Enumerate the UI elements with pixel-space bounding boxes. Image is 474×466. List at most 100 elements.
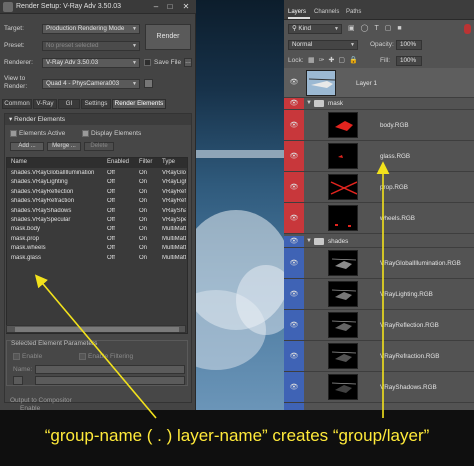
layer-thumbnail (328, 174, 358, 200)
filter-icons[interactable]: ▣◯T▢■ (348, 24, 458, 34)
chevron-down-icon[interactable]: ▼ (306, 238, 312, 244)
cell-name: shades.VRaySpecular (11, 217, 71, 223)
layer-row[interactable]: 👁 body.RGB (284, 110, 474, 141)
filter-toggle-icon[interactable] (464, 24, 471, 34)
table-row[interactable]: shades.VRayShadows Off On VRayShad (9, 207, 186, 217)
render-button[interactable]: Render (145, 24, 191, 50)
delete-button[interactable]: Delete (84, 142, 114, 151)
browse-button[interactable] (13, 376, 23, 385)
lock-view-icon[interactable] (144, 79, 153, 88)
visibility-eye-icon[interactable]: 👁 (289, 260, 299, 267)
name-field[interactable] (35, 365, 185, 374)
merge-button[interactable]: Merge ... (47, 142, 81, 151)
visibility-eye-icon[interactable]: 👁 (289, 79, 299, 86)
tab-vray[interactable]: V-Ray (33, 99, 57, 109)
tab-gi[interactable]: GI (58, 99, 80, 109)
table-row[interactable]: mask.glass Off On MultiMatte (9, 255, 186, 264)
tab-settings[interactable]: Settings (81, 99, 111, 109)
minimize-icon[interactable]: – (150, 2, 162, 12)
opacity-field[interactable]: 100% (396, 40, 422, 50)
table-row[interactable]: shades.VRayLighting Off On VRayLight (9, 179, 186, 188)
visibility-eye-icon[interactable]: 👁 (289, 153, 299, 160)
save-file-checkbox[interactable] (144, 59, 151, 66)
rollout-header[interactable]: ▾ Render Elements (5, 114, 191, 125)
enable-checkbox[interactable] (13, 353, 20, 360)
chevron-down-icon[interactable]: ▼ (306, 100, 312, 106)
cell-filter: On (139, 198, 148, 205)
visibility-eye-icon[interactable]: 👁 (289, 122, 299, 129)
helicopter-thumbnail-icon (308, 78, 335, 88)
view-label: View to (4, 75, 26, 82)
horizontal-scrollbar[interactable] (6, 325, 186, 333)
maximize-icon[interactable]: □ (164, 2, 176, 12)
kind-filter[interactable]: ⚲ Kind ▼ (288, 24, 342, 34)
output-to-compositor-label: Output to Compositor (10, 397, 72, 404)
visibility-eye-icon[interactable]: 👁 (289, 100, 299, 107)
elements-table[interactable]: Name Enabled Filter Type shades.VRayGlob… (6, 157, 188, 334)
close-icon[interactable]: ✕ (180, 2, 192, 12)
tab-layers[interactable]: Layers (288, 9, 306, 15)
path-field[interactable] (35, 376, 185, 385)
cell-enabled: Off (107, 217, 115, 223)
col-type[interactable]: Type (162, 159, 175, 165)
visibility-eye-icon[interactable]: 👁 (289, 291, 299, 298)
layer-row[interactable]: 👁 VRayGlobalIllumination.RGB (284, 248, 474, 279)
visibility-eye-icon[interactable]: 👁 (289, 384, 299, 391)
view-value: Quad 4 - PhysCamera003 (46, 80, 120, 87)
renderer-dropdown[interactable]: V-Ray Adv 3.50.03 ▼ (42, 58, 140, 68)
layer-row[interactable]: 👁 wheels.RGB (284, 203, 474, 234)
table-row[interactable]: shades.VRaySpecular Off On VRaySpec (9, 217, 186, 226)
layer-name: VRayRefraction.RGB (380, 353, 440, 360)
fill-field[interactable]: 100% (396, 56, 422, 66)
cell-type: VRayShad (162, 207, 186, 214)
enable-filtering-checkbox[interactable] (79, 353, 86, 360)
title-bar: Render Setup: V-Ray Adv 3.50.03 – □ ✕ (0, 0, 196, 14)
cell-type: VRaySpec (162, 217, 186, 223)
cell-enabled: Off (107, 170, 115, 176)
display-elements-checkbox[interactable] (82, 130, 89, 137)
preset-dropdown[interactable]: No preset selected ▼ (42, 41, 140, 51)
tab-channels[interactable]: Channels (314, 9, 339, 15)
col-filter[interactable]: Filter (139, 159, 152, 165)
cell-type: VRayRefle (162, 188, 186, 195)
elements-active-checkbox[interactable] (10, 130, 17, 137)
cell-type: VRayLight (162, 179, 186, 186)
table-row[interactable]: mask.wheels Off On MultiMatte (9, 245, 186, 254)
cell-name: shades.VRayShadows (11, 207, 72, 214)
target-dropdown[interactable]: Production Rendering Mode ▼ (42, 24, 140, 34)
more-button[interactable]: … (184, 58, 192, 67)
layer-row[interactable]: 👁 glass.RGB (284, 141, 474, 172)
visibility-eye-icon[interactable]: 👁 (289, 353, 299, 360)
add-button[interactable]: Add ... (10, 142, 44, 151)
visibility-eye-icon[interactable]: 👁 (289, 238, 299, 245)
renderer-label: Renderer: (4, 59, 33, 66)
layer-row[interactable]: 👁 VRayReflection.RGB (284, 310, 474, 341)
lock-icons[interactable]: ▦✑✚▢🔒 (308, 56, 368, 66)
tab-paths[interactable]: Paths (346, 9, 361, 15)
render-pass-thumbnail-icon (335, 121, 353, 131)
visibility-eye-icon[interactable]: 👁 (289, 322, 299, 329)
scrollbar-thumb[interactable] (15, 327, 179, 332)
view-dropdown[interactable]: Quad 4 - PhysCamera003 ▼ (42, 79, 140, 89)
tab-common[interactable]: Common (2, 99, 32, 109)
table-row[interactable]: shades.VRayReflection Off On VRayRefle (9, 188, 186, 198)
layer-row[interactable]: 👁 VRayShadows.RGB (284, 372, 474, 403)
layer-row-layer1[interactable]: 👁 Layer 1 (284, 68, 474, 98)
layer-row[interactable]: 👁 prop.RGB (284, 172, 474, 203)
group-row-mask[interactable]: 👁 ▼ mask (284, 98, 474, 110)
cell-enabled: Off (107, 198, 115, 205)
layer-row[interactable]: 👁 VRayLighting.RGB (284, 279, 474, 310)
col-enabled[interactable]: Enabled (107, 159, 129, 165)
table-row[interactable]: shades.VRayRefraction Off On VRayRefra (9, 198, 186, 207)
table-row[interactable]: mask.body Off On MultiMatte (9, 226, 186, 235)
tab-render-elements[interactable]: Render Elements (112, 99, 166, 109)
group-row-shades[interactable]: 👁 ▼ shades (284, 236, 474, 248)
col-name[interactable]: Name (11, 159, 27, 165)
visibility-eye-icon[interactable]: 👁 (289, 215, 299, 222)
visibility-eye-icon[interactable]: 👁 (289, 184, 299, 191)
table-row[interactable]: mask.prop Off On MultiMatte (9, 236, 186, 245)
layer-row[interactable]: 👁 VRayRefraction.RGB (284, 341, 474, 372)
blend-mode-dropdown[interactable]: Normal ▼ (288, 40, 358, 50)
renderer-value: V-Ray Adv 3.50.03 (46, 59, 99, 66)
table-row[interactable]: shades.VRayGlobalIllumination Off On VRayGl… (9, 170, 186, 179)
